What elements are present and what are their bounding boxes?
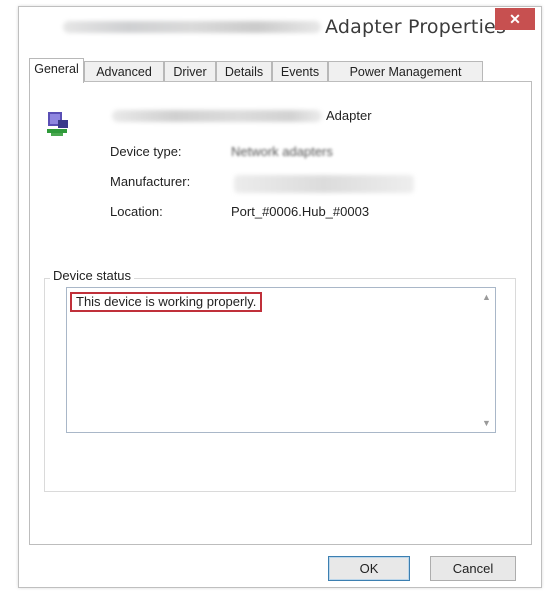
manufacturer-label: Manufacturer: <box>110 174 191 189</box>
device-status-title: Device status <box>50 268 135 283</box>
tab-events[interactable]: Events <box>272 61 328 82</box>
cancel-button[interactable]: Cancel <box>430 556 516 581</box>
tab-general[interactable]: General <box>29 58 84 83</box>
tab-details[interactable]: Details <box>216 61 272 82</box>
redacted-manufacturer <box>234 175 414 193</box>
device-type-value: Network adapters <box>231 144 333 159</box>
general-tab-panel: Adapter Device type: Network adapters Ma… <box>29 81 532 545</box>
scroll-up-arrow-icon[interactable]: ▲ <box>481 292 492 302</box>
network-adapter-icon <box>47 112 68 136</box>
tab-advanced[interactable]: Advanced <box>84 61 164 82</box>
tab-power-management[interactable]: Power Management <box>328 61 483 82</box>
ok-button[interactable]: OK <box>328 556 410 581</box>
device-status-text: This device is working properly. <box>70 292 263 312</box>
device-status-textbox[interactable]: This device is working properly. ▲ ▼ <box>66 287 496 433</box>
window-title: Adapter Properties <box>325 16 507 38</box>
device-name-suffix: Adapter <box>326 108 372 123</box>
tab-driver[interactable]: Driver <box>164 61 216 82</box>
location-label: Location: <box>110 204 163 219</box>
adapter-properties-dialog: Adapter Properties ✕ General Advanced Dr… <box>18 6 542 588</box>
status-scrollbar[interactable]: ▲ ▼ <box>478 288 495 432</box>
close-button[interactable]: ✕ <box>495 8 535 30</box>
redacted-title-prefix <box>63 21 321 33</box>
device-type-label: Device type: <box>110 144 182 159</box>
location-value: Port_#0006.Hub_#0003 <box>231 204 370 219</box>
redacted-device-name <box>112 110 322 122</box>
title-bar[interactable]: Adapter Properties ✕ <box>19 7 541 45</box>
scroll-down-arrow-icon[interactable]: ▼ <box>481 418 492 428</box>
